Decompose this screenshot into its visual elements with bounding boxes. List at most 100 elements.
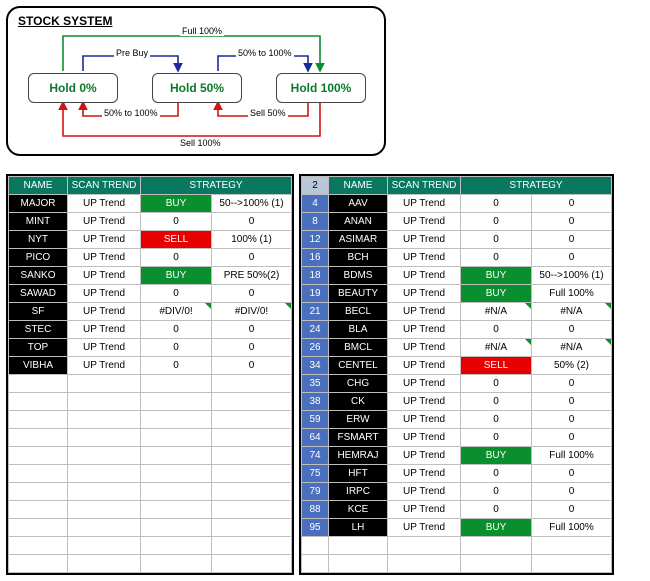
cell-rownum[interactable]: 35 bbox=[302, 375, 329, 393]
table-row-empty[interactable] bbox=[302, 555, 612, 573]
cell-signal[interactable]: 0 bbox=[461, 195, 532, 213]
table-row-empty[interactable] bbox=[9, 501, 292, 519]
cell-arg[interactable]: 0 bbox=[532, 231, 612, 249]
cell-trend[interactable]: UP Trend bbox=[388, 501, 461, 519]
table-row[interactable]: NYTUP TrendSELL100% (1) bbox=[9, 231, 292, 249]
cell-signal[interactable]: 0 bbox=[461, 375, 532, 393]
hdr-strategy[interactable]: STRATEGY bbox=[141, 177, 292, 195]
table-row[interactable]: SFUP Trend#DIV/0!#DIV/0! bbox=[9, 303, 292, 321]
cell-signal[interactable]: 0 bbox=[461, 321, 532, 339]
cell-name[interactable]: IRPC bbox=[329, 483, 388, 501]
cell-rownum[interactable]: 24 bbox=[302, 321, 329, 339]
table-row-empty[interactable] bbox=[9, 429, 292, 447]
cell-name[interactable]: SANKO bbox=[9, 267, 68, 285]
hdr-scan-trend[interactable]: SCAN TREND bbox=[68, 177, 141, 195]
cell-arg[interactable]: 100% (1) bbox=[212, 231, 292, 249]
cell-trend[interactable]: UP Trend bbox=[388, 231, 461, 249]
cell-trend[interactable]: UP Trend bbox=[388, 303, 461, 321]
cell-signal[interactable]: BUY bbox=[461, 285, 532, 303]
cell-signal[interactable]: BUY bbox=[461, 519, 532, 537]
cell-arg[interactable]: 0 bbox=[532, 213, 612, 231]
table-row[interactable]: 12ASIMARUP Trend00 bbox=[302, 231, 612, 249]
cell-arg[interactable]: 50% (2) bbox=[532, 357, 612, 375]
cell-rownum[interactable]: 74 bbox=[302, 447, 329, 465]
table-row-empty[interactable] bbox=[9, 519, 292, 537]
cell-arg[interactable]: Full 100% bbox=[532, 519, 612, 537]
cell-trend[interactable]: UP Trend bbox=[68, 213, 141, 231]
cell-name[interactable]: BDMS bbox=[329, 267, 388, 285]
cell-arg[interactable]: 0 bbox=[212, 339, 292, 357]
table-row[interactable]: 35CHGUP Trend00 bbox=[302, 375, 612, 393]
cell-arg[interactable]: 0 bbox=[212, 285, 292, 303]
cell-name[interactable]: PICO bbox=[9, 249, 68, 267]
cell-signal[interactable]: SELL bbox=[461, 357, 532, 375]
cell-name[interactable]: ANAN bbox=[329, 213, 388, 231]
table-row[interactable]: VIBHAUP Trend00 bbox=[9, 357, 292, 375]
table-row[interactable]: 38CKUP Trend00 bbox=[302, 393, 612, 411]
cell-arg[interactable]: 0 bbox=[532, 321, 612, 339]
cell-name[interactable]: CENTEL bbox=[329, 357, 388, 375]
cell-arg[interactable]: 0 bbox=[532, 375, 612, 393]
cell-trend[interactable]: UP Trend bbox=[388, 465, 461, 483]
cell-name[interactable]: BCH bbox=[329, 249, 388, 267]
cell-trend[interactable]: UP Trend bbox=[68, 321, 141, 339]
cell-name[interactable]: ASIMAR bbox=[329, 231, 388, 249]
cell-name[interactable]: MINT bbox=[9, 213, 68, 231]
table-row-empty[interactable] bbox=[9, 411, 292, 429]
cell-signal[interactable]: 0 bbox=[141, 339, 212, 357]
cell-name[interactable]: KCE bbox=[329, 501, 388, 519]
cell-trend[interactable]: UP Trend bbox=[68, 231, 141, 249]
cell-arg[interactable]: PRE 50%(2) bbox=[212, 267, 292, 285]
cell-signal[interactable]: SELL bbox=[141, 231, 212, 249]
cell-arg[interactable]: 0 bbox=[212, 249, 292, 267]
cell-rownum[interactable]: 64 bbox=[302, 429, 329, 447]
table-row[interactable]: TOPUP Trend00 bbox=[9, 339, 292, 357]
cell-signal[interactable]: 0 bbox=[461, 483, 532, 501]
cell-name[interactable]: TOP bbox=[9, 339, 68, 357]
cell-name[interactable]: LH bbox=[329, 519, 388, 537]
cell-arg[interactable]: Full 100% bbox=[532, 447, 612, 465]
cell-signal[interactable]: 0 bbox=[461, 249, 532, 267]
cell-signal[interactable]: 0 bbox=[461, 501, 532, 519]
cell-trend[interactable]: UP Trend bbox=[68, 303, 141, 321]
cell-name[interactable]: BECL bbox=[329, 303, 388, 321]
cell-signal[interactable]: 0 bbox=[461, 465, 532, 483]
cell-trend[interactable]: UP Trend bbox=[388, 249, 461, 267]
cell-trend[interactable]: UP Trend bbox=[388, 339, 461, 357]
cell-rownum[interactable]: 59 bbox=[302, 411, 329, 429]
cell-name[interactable]: HEMRAJ bbox=[329, 447, 388, 465]
table-row-empty[interactable] bbox=[9, 483, 292, 501]
cell-trend[interactable]: UP Trend bbox=[388, 519, 461, 537]
cell-arg[interactable]: #N/A bbox=[532, 303, 612, 321]
cell-signal[interactable]: 0 bbox=[141, 285, 212, 303]
cell-arg[interactable]: 50-->100% (1) bbox=[212, 195, 292, 213]
cell-rownum[interactable]: 95 bbox=[302, 519, 329, 537]
cell-signal[interactable]: 0 bbox=[141, 321, 212, 339]
table-row-empty[interactable] bbox=[9, 447, 292, 465]
cell-trend[interactable]: UP Trend bbox=[68, 339, 141, 357]
hdr-strategy-r[interactable]: STRATEGY bbox=[461, 177, 612, 195]
cell-trend[interactable]: UP Trend bbox=[388, 393, 461, 411]
cell-arg[interactable]: 0 bbox=[532, 465, 612, 483]
cell-signal[interactable]: 0 bbox=[461, 393, 532, 411]
table-row[interactable]: 88KCEUP Trend00 bbox=[302, 501, 612, 519]
cell-arg[interactable]: 0 bbox=[532, 501, 612, 519]
table-row[interactable]: 18BDMSUP TrendBUY50-->100% (1) bbox=[302, 267, 612, 285]
cell-arg[interactable]: #N/A bbox=[532, 339, 612, 357]
table-row[interactable]: SANKOUP TrendBUYPRE 50%(2) bbox=[9, 267, 292, 285]
table-row[interactable]: 34CENTELUP TrendSELL50% (2) bbox=[302, 357, 612, 375]
cell-signal[interactable]: BUY bbox=[141, 195, 212, 213]
table-row[interactable]: 16BCHUP Trend00 bbox=[302, 249, 612, 267]
cell-arg[interactable]: 0 bbox=[532, 429, 612, 447]
cell-signal[interactable]: BUY bbox=[141, 267, 212, 285]
cell-arg[interactable]: #DIV/0! bbox=[212, 303, 292, 321]
cell-trend[interactable]: UP Trend bbox=[68, 285, 141, 303]
cell-rownum[interactable]: 21 bbox=[302, 303, 329, 321]
cell-arg[interactable]: 0 bbox=[532, 393, 612, 411]
table-row[interactable]: MAJORUP TrendBUY50-->100% (1) bbox=[9, 195, 292, 213]
hdr-name-r[interactable]: NAME bbox=[329, 177, 388, 195]
cell-rownum[interactable]: 38 bbox=[302, 393, 329, 411]
cell-trend[interactable]: UP Trend bbox=[68, 267, 141, 285]
cell-trend[interactable]: UP Trend bbox=[388, 285, 461, 303]
table-row[interactable]: 8ANANUP Trend00 bbox=[302, 213, 612, 231]
